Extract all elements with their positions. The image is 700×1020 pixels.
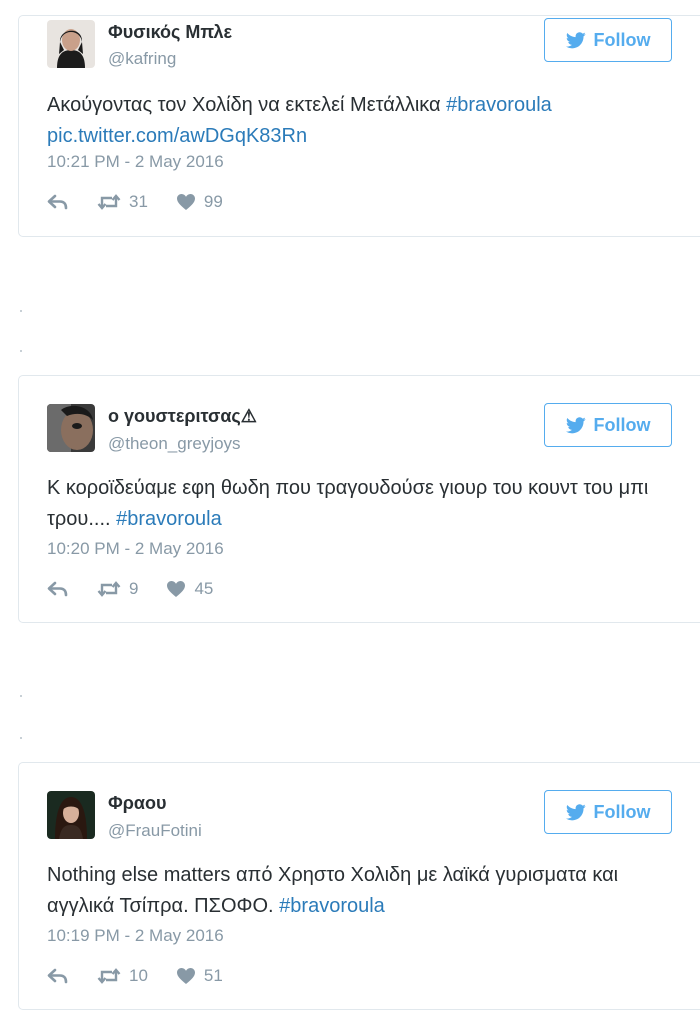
tweet-card: Φυσικός Μπλε @kafring Follow Ακούγοντας …: [18, 15, 700, 237]
like-count: 51: [203, 966, 223, 985]
twitter-bird-icon: [565, 803, 586, 820]
follow-button[interactable]: Follow: [544, 18, 672, 62]
twitter-bird-icon: [565, 416, 586, 433]
reply-icon: [47, 194, 68, 210]
follow-button[interactable]: Follow: [544, 790, 672, 834]
user-handle[interactable]: @kafring: [108, 49, 176, 69]
user-handle[interactable]: @FrauFotini: [108, 821, 202, 841]
retweet-count: 31: [129, 192, 148, 211]
like-button[interactable]: 45: [166, 579, 213, 599]
reply-button[interactable]: [47, 581, 69, 597]
timestamp[interactable]: 10:21 PM - 2 May 2016: [47, 152, 224, 172]
like-count: 99: [203, 192, 223, 211]
tweet-text: Κ κοροϊδεύαμε εφη θωδη που τραγουδούσε γ…: [47, 473, 687, 535]
avatar[interactable]: [47, 20, 95, 68]
retweet-count: 10: [129, 966, 148, 985]
retweet-icon: [97, 194, 121, 210]
hashtag-link[interactable]: #bravoroula: [446, 94, 552, 116]
user-name[interactable]: ο γουστεριτσας⚠: [108, 406, 257, 427]
follow-label: Follow: [593, 29, 651, 50]
tweet-feed: Φυσικός Μπλε @kafring Follow Ακούγοντας …: [0, 0, 700, 1020]
like-button[interactable]: 99: [176, 192, 223, 212]
tweet-text: Nothing else matters από Χρηστο Χολιδη μ…: [47, 860, 687, 922]
reply-icon: [47, 968, 68, 984]
tweet-card: ο γουστεριτσας⚠ @theon_greyjoys Follow Κ…: [18, 375, 700, 623]
user-handle[interactable]: @theon_greyjoys: [108, 434, 241, 454]
heart-icon: [167, 581, 186, 597]
reply-icon: [47, 581, 68, 597]
tweet-actions: 9 45: [47, 579, 241, 599]
like-count: 45: [194, 579, 214, 598]
retweet-icon: [97, 581, 121, 597]
hashtag-link[interactable]: #bravoroula: [116, 508, 222, 530]
retweet-count: 9: [129, 579, 139, 598]
retweet-button[interactable]: 10: [97, 966, 148, 986]
avatar[interactable]: [47, 791, 95, 839]
media-link[interactable]: pic.twitter.com/awDGqK83Rn: [47, 125, 307, 147]
follow-button[interactable]: Follow: [544, 403, 672, 447]
retweet-icon: [97, 968, 121, 984]
user-name[interactable]: Φραου: [108, 793, 166, 814]
retweet-button[interactable]: 31: [97, 192, 148, 212]
separator-dot: [20, 737, 22, 739]
separator-dot: [20, 310, 22, 312]
tweet-card: Φραου @FrauFotini Follow Nothing else ma…: [18, 762, 700, 1010]
heart-icon: [176, 194, 195, 210]
tweet-body: Ακούγοντας τον Χολίδη να εκτελεί Μετάλλι…: [47, 94, 447, 116]
tweet-text: Ακούγοντας τον Χολίδη να εκτελεί Μετάλλι…: [47, 90, 687, 152]
like-button[interactable]: 51: [176, 966, 223, 986]
heart-icon: [176, 968, 195, 984]
reply-button[interactable]: [47, 194, 69, 210]
timestamp[interactable]: 10:19 PM - 2 May 2016: [47, 926, 224, 946]
retweet-button[interactable]: 9: [97, 579, 138, 599]
avatar[interactable]: [47, 404, 95, 452]
follow-label: Follow: [593, 414, 651, 435]
twitter-bird-icon: [565, 31, 586, 48]
user-name[interactable]: Φυσικός Μπλε: [108, 22, 232, 43]
tweet-actions: 31 99: [47, 192, 251, 212]
follow-label: Follow: [593, 801, 651, 822]
timestamp[interactable]: 10:20 PM - 2 May 2016: [47, 539, 224, 559]
tweet-actions: 10 51: [47, 966, 251, 986]
separator-dot: [20, 695, 22, 697]
reply-button[interactable]: [47, 968, 69, 984]
hashtag-link[interactable]: #bravoroula: [279, 895, 385, 917]
separator-dot: [20, 350, 22, 352]
